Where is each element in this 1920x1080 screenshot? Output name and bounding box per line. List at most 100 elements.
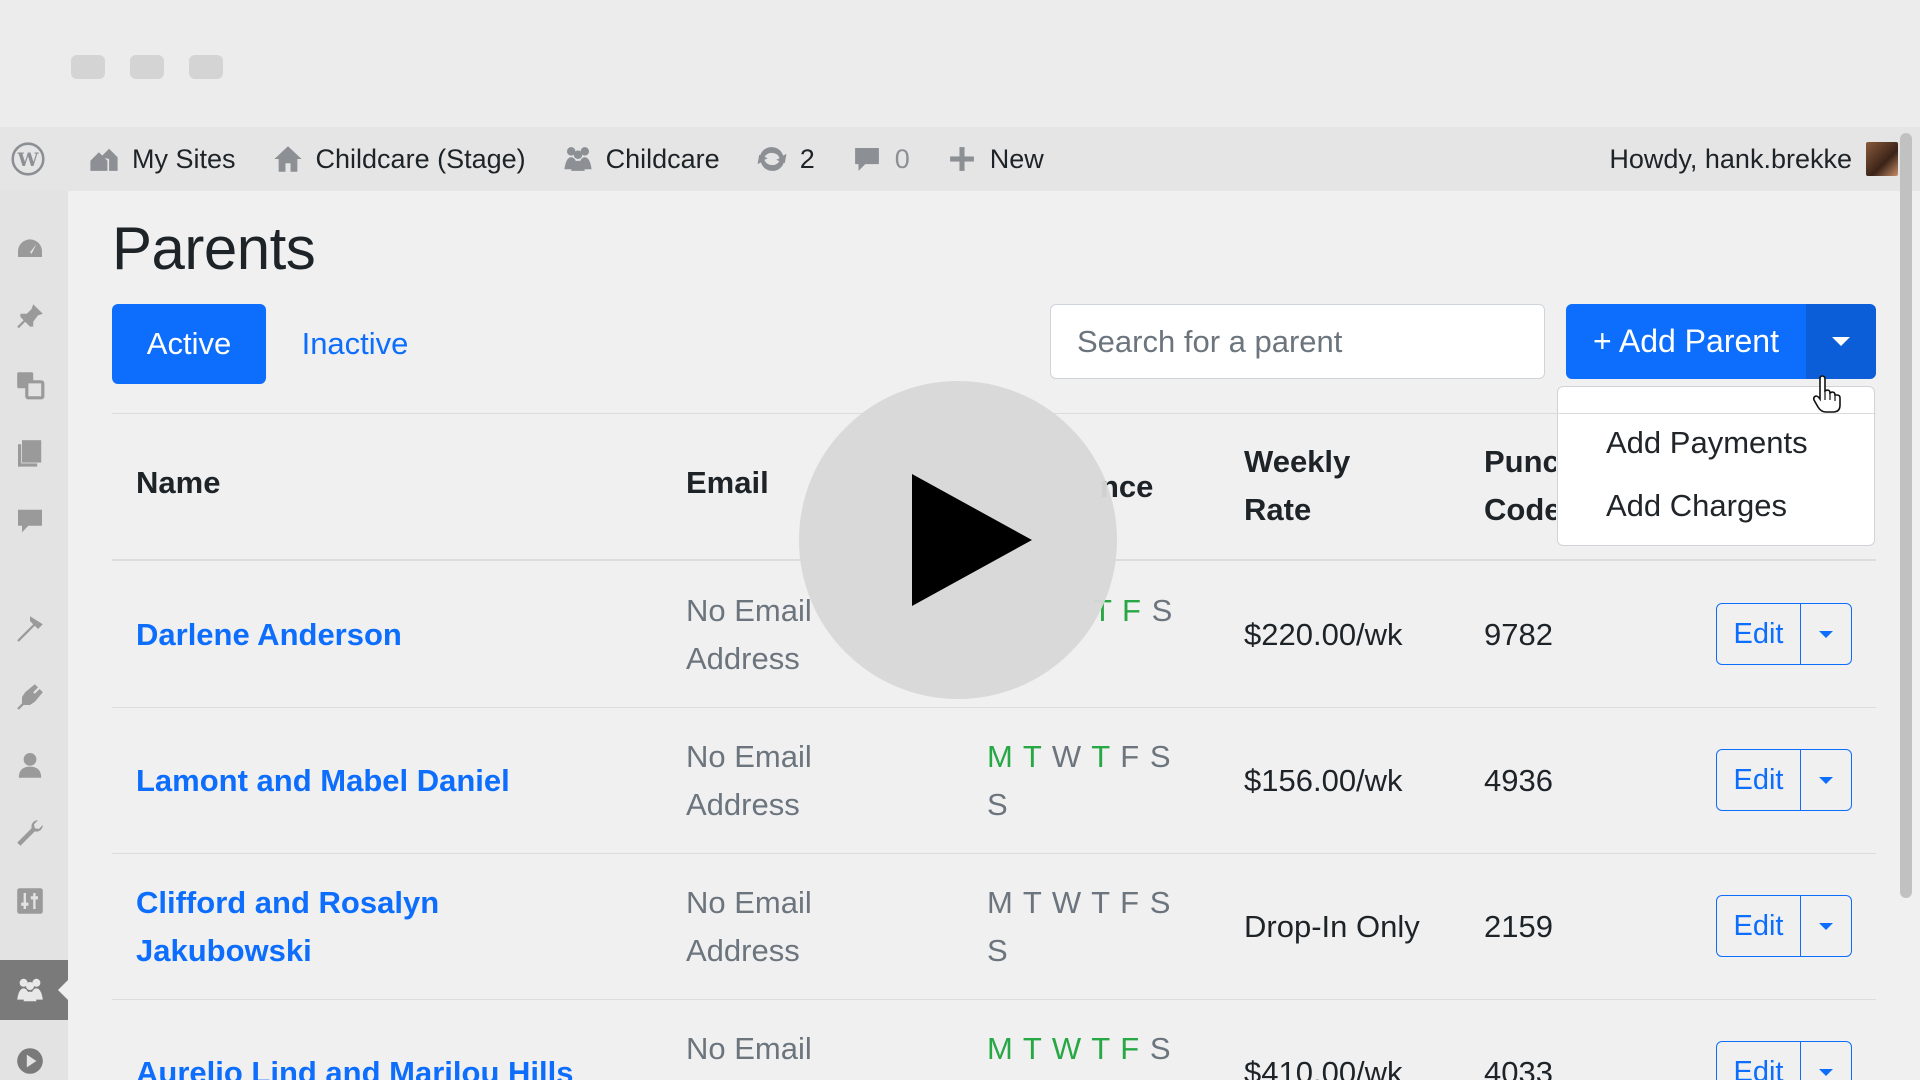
add-parent-dropdown-toggle[interactable] [1806,304,1876,379]
comments-count: 0 [894,143,910,174]
edit-button[interactable]: Edit [1717,896,1801,956]
parent-name-link[interactable]: Lamont and Mabel Daniel [136,757,606,805]
weekly-rate: $410.00/wk [1244,1055,1403,1080]
edit-button[interactable]: Edit [1717,1042,1801,1080]
email-cell: No Email [686,1025,856,1073]
settings-icon[interactable] [12,883,48,919]
edit-dropdown-toggle[interactable] [1801,1042,1851,1080]
admin-bar: W My Sites Childcare (Stage) Childcare 2… [0,127,1920,191]
day-s-2: S [987,787,1009,822]
email-line1: No Email [686,885,812,920]
edit-button-group: Edit [1716,1041,1852,1080]
comments-sidebar-icon[interactable] [12,503,48,539]
howdy-label: Howdy, hank.brekke [1609,143,1852,174]
column-header-punch-code[interactable]: Punc Code [1484,438,1556,534]
collapse-menu-icon[interactable] [12,1043,48,1079]
window-minimize-button[interactable] [130,55,164,79]
pages-icon[interactable] [12,435,48,471]
weekly-rate: Drop-In Only [1244,909,1420,944]
weekly-rate-header-line1: Weekly [1244,444,1351,479]
groups-icon [560,141,596,177]
email-line2: Address [686,933,800,968]
edit-button-group: Edit [1716,749,1852,811]
day-s: S [1149,739,1172,774]
video-play-button[interactable] [799,381,1117,699]
dashboard-icon[interactable] [12,231,48,267]
column-header-weekly-rate[interactable]: Weekly Rate [1244,438,1350,534]
row-divider [112,707,1876,708]
sidebar-item-childcare[interactable] [0,960,68,1020]
email-line1: No Email [686,1031,812,1066]
edit-button[interactable]: Edit [1717,750,1801,810]
home-icon [270,141,306,177]
days-line1: M T W T F S [987,885,1172,920]
my-sites-label: My Sites [132,143,236,174]
groups-sidebar-icon [12,972,48,1008]
row-divider [112,999,1876,1000]
weekly-rate-header-line2: Rate [1244,492,1312,527]
attendance-days: M T W T F S S [987,733,1187,829]
parent-name-link[interactable]: Clifford and Rosalyn Jakubowski [136,879,606,975]
plugins-icon[interactable] [12,679,48,715]
day-t: T [1022,739,1043,774]
add-charges-menu-item[interactable]: Add Charges [1558,474,1874,537]
edit-dropdown-toggle[interactable] [1801,604,1851,664]
punch-code: 9782 [1484,617,1553,652]
tab-inactive[interactable]: Inactive [272,304,438,384]
punch-code: 2159 [1484,909,1553,944]
edit-dropdown-toggle[interactable] [1801,896,1851,956]
play-icon [912,474,1032,606]
tab-active[interactable]: Active [112,304,266,384]
weekly-rate: $220.00/wk [1244,617,1403,652]
my-sites-menu[interactable]: My Sites [86,127,236,191]
updates-menu[interactable]: 2 [754,127,815,191]
day-m: M [987,739,1014,774]
media-icon[interactable] [12,367,48,403]
day-f: F [1122,593,1142,628]
punch-code: 4936 [1484,763,1553,798]
punch-code: 4033 [1484,1055,1553,1080]
admin-sidebar [0,191,68,1080]
pin-icon[interactable] [12,299,48,335]
attendance-days: M T W T F S [987,1025,1187,1073]
avatar [1866,142,1898,176]
add-parent-button[interactable]: + Add Parent [1566,304,1806,379]
window-close-button[interactable] [71,55,105,79]
childcare-label: Childcare [605,143,720,174]
site-name-menu[interactable]: Childcare (Stage) [270,127,526,191]
day-m: M [987,1031,1014,1066]
add-payments-menu-item[interactable]: Add Payments [1558,411,1874,474]
parent-name-link[interactable]: Darlene Anderson [136,611,606,659]
day-s: S [1151,593,1174,628]
edit-button[interactable]: Edit [1717,604,1801,664]
appearance-icon[interactable] [12,611,48,647]
days-line2: S [987,933,1009,968]
tools-icon[interactable] [12,815,48,851]
wordpress-logo[interactable]: W [10,127,56,191]
childcare-menu[interactable]: Childcare [560,127,720,191]
comments-icon [849,141,885,177]
parent-name-link[interactable]: Aurelio Lind and Marilou Hills [136,1049,606,1080]
comments-menu[interactable]: 0 [849,127,910,191]
window-zoom-button[interactable] [189,55,223,79]
punch-code-header-line2: Code [1484,492,1556,527]
search-input[interactable] [1050,304,1545,379]
new-content-menu[interactable]: New [944,127,1044,191]
column-header-email[interactable]: Email [686,459,769,507]
day-s: S [1149,1031,1172,1066]
edit-button-group: Edit [1716,895,1852,957]
edit-button-group: Edit [1716,603,1852,665]
account-menu[interactable]: Howdy, hank.brekke [1609,127,1898,191]
email-cell: No Email Address [686,733,856,829]
day-t: T [1022,1031,1043,1066]
wordpress-icon: W [10,141,46,177]
day-w: W [1051,1031,1083,1066]
users-icon[interactable] [12,747,48,783]
svg-text:W: W [17,149,40,171]
edit-dropdown-toggle[interactable] [1801,750,1851,810]
day-w: W [1051,739,1083,774]
email-line2: Address [686,641,800,676]
column-header-name[interactable]: Name [136,459,220,507]
day-t: T [1091,739,1111,774]
page-scrollbar[interactable] [1900,133,1912,898]
